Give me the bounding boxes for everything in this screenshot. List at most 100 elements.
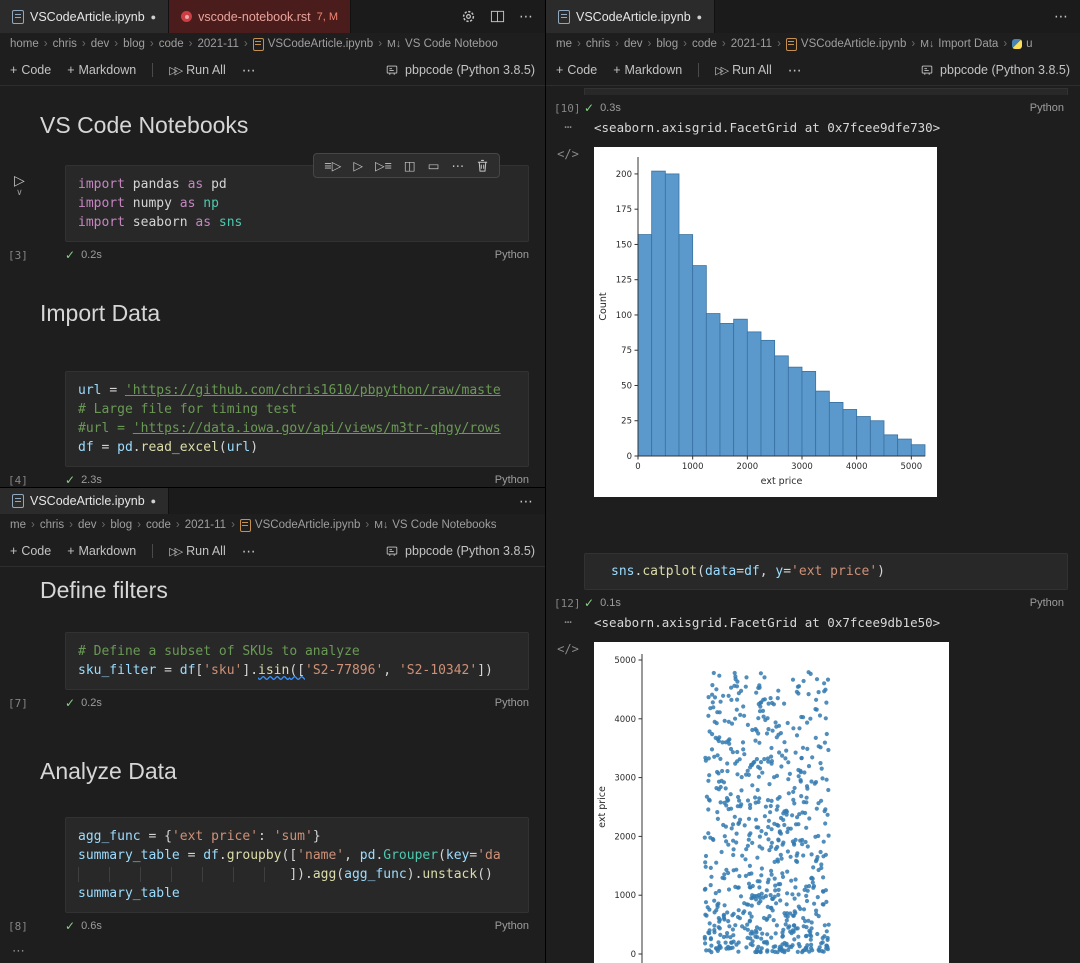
code-token: import xyxy=(78,215,133,230)
run-cell-button[interactable]: ▷ ∨ xyxy=(14,174,25,198)
code-token: pandas xyxy=(133,177,188,192)
cell-language[interactable]: Python xyxy=(495,697,529,709)
code-token: summary_table xyxy=(78,848,188,863)
add-code-button[interactable]: +Code xyxy=(556,63,597,77)
execute-below-icon[interactable]: ▷≡ xyxy=(375,158,392,173)
breadcrumb-item[interactable]: me xyxy=(10,519,26,531)
add-markdown-button[interactable]: +Markdown xyxy=(67,544,136,558)
breadcrumb-item[interactable]: dev xyxy=(91,38,110,50)
svg-text:125: 125 xyxy=(616,276,632,286)
delete-cell-icon[interactable] xyxy=(476,159,489,173)
execution-count: [12] xyxy=(554,597,584,610)
tab-vscode-notebook-rst[interactable]: vscode-notebook.rst 7, M xyxy=(169,0,351,33)
breadcrumb-item[interactable]: blog xyxy=(656,38,678,50)
breadcrumb-item[interactable]: VS Code Notebooks xyxy=(392,519,496,531)
breadcrumb-item[interactable]: VS Code Noteboo xyxy=(405,38,498,50)
execute-above-icon[interactable]: ≡▷ xyxy=(324,158,341,173)
cell-editor[interactable]: url = 'https://github.com/chris1610/pbpy… xyxy=(66,372,528,466)
breadcrumb-item[interactable]: 2021-11 xyxy=(185,519,226,531)
svg-text:ext price: ext price xyxy=(597,786,608,828)
tab-vscodearticle-ipynb[interactable]: VSCodeArticle.ipynb ● xyxy=(546,0,715,33)
code-token: url xyxy=(227,440,250,455)
split-editor-icon[interactable] xyxy=(490,9,505,24)
run-all-button[interactable]: ▷▷Run All xyxy=(715,63,772,77)
tab-vscodearticle-ipynb[interactable]: VSCodeArticle.ipynb ● xyxy=(0,0,169,33)
breadcrumb-item[interactable]: u xyxy=(1026,38,1032,50)
breadcrumb-item[interactable]: me xyxy=(556,38,572,50)
code-line: agg_func = {'ext price': 'sum'} xyxy=(78,827,516,846)
settings-icon[interactable] xyxy=(461,9,476,24)
svg-text:4000: 4000 xyxy=(846,462,868,472)
breadcrumb-item[interactable]: code xyxy=(146,519,171,531)
breadcrumb-item[interactable]: home xyxy=(10,38,39,50)
cell-language[interactable]: Python xyxy=(495,920,529,932)
breadcrumb-item[interactable]: blog xyxy=(123,38,145,50)
cell-editor[interactable]: agg_func = {'ext price': 'sum'} summary_t… xyxy=(66,818,528,912)
breadcrumb-item[interactable]: 2021-11 xyxy=(198,38,239,50)
breadcrumb-item[interactable]: chris xyxy=(40,519,64,531)
breadcrumb-item[interactable]: code xyxy=(692,38,717,50)
kernel-picker[interactable]: pbpcode (Python 3.8.5) xyxy=(385,544,535,558)
breadcrumb-item[interactable]: chris xyxy=(586,38,610,50)
code-token: data xyxy=(705,564,736,579)
cell-language[interactable]: Python xyxy=(495,249,529,261)
kernel-picker[interactable]: pbpcode (Python 3.8.5) xyxy=(920,63,1070,77)
split-cell-icon[interactable]: ◫ xyxy=(404,158,416,173)
add-code-button[interactable]: +Code xyxy=(10,544,51,558)
code-cell: sns.catplot(data=df, y='ext price') xyxy=(584,553,1068,590)
add-markdown-button[interactable]: +Markdown xyxy=(613,63,682,77)
notebook-toolbar: +Code +Markdown ▷▷Run All ⋯ pbpcode (Pyt… xyxy=(0,536,545,567)
cell-editor[interactable]: sns.catplot(data=df, y='ext price') xyxy=(585,554,1067,589)
plus-icon: + xyxy=(67,63,74,77)
output-mime-icon[interactable]: </> xyxy=(556,147,580,161)
toolbar-more-icon[interactable]: ⋯ xyxy=(242,543,256,560)
tab-vscodearticle-ipynb[interactable]: VSCodeArticle.ipynb ● xyxy=(0,488,169,514)
output-collapse-icon[interactable]: ⋯ xyxy=(556,120,580,134)
run-all-button[interactable]: ▷▷Run All xyxy=(169,544,226,558)
breadcrumb-item[interactable]: code xyxy=(159,38,184,50)
kernel-picker[interactable]: pbpcode (Python 3.8.5) xyxy=(385,63,535,77)
svg-text:0: 0 xyxy=(631,950,636,960)
cell-language[interactable]: Python xyxy=(495,474,529,486)
breadcrumb-item[interactable]: VSCodeArticle.ipynb xyxy=(255,519,360,531)
breadcrumb: home›chris›dev›blog›code›2021-11›VSCodeA… xyxy=(0,33,545,55)
breadcrumb-item[interactable]: VSCodeArticle.ipynb xyxy=(268,38,373,50)
more-actions-icon[interactable]: ⋯ xyxy=(1054,8,1068,25)
breadcrumb-item[interactable]: blog xyxy=(110,519,132,531)
breadcrumb-item[interactable]: chris xyxy=(53,38,77,50)
toolbar-more-icon[interactable]: ⋯ xyxy=(242,62,256,79)
toolbar-divider xyxy=(152,544,153,558)
more-actions-icon[interactable]: ⋯ xyxy=(519,493,533,510)
code-token: = xyxy=(109,383,125,398)
add-markdown-label: Markdown xyxy=(79,544,137,558)
output-mime-icon[interactable]: </> xyxy=(556,642,580,656)
edit-cell-icon[interactable]: ▭ xyxy=(428,158,440,173)
breadcrumb-item[interactable]: 2021-11 xyxy=(731,38,772,50)
cell-editor[interactable]: # Define a subset of SKUs to analyzesku_… xyxy=(66,633,528,689)
code-token: ([ xyxy=(282,848,298,863)
breadcrumb-item[interactable]: dev xyxy=(624,38,643,50)
execute-cell-icon[interactable]: ▷ xyxy=(353,158,363,173)
code-line: import numpy as np xyxy=(78,194,516,213)
add-code-button[interactable]: +Code xyxy=(10,63,51,77)
more-actions-icon[interactable]: ⋯ xyxy=(519,8,533,25)
output-collapse-icon[interactable]: ⋯ xyxy=(556,615,580,629)
execution-time: 0.2s xyxy=(81,697,102,709)
breadcrumb-separator: › xyxy=(648,38,652,50)
code-token: ( xyxy=(336,867,344,882)
code-cell-partial[interactable] xyxy=(584,88,1068,95)
code-token: = { xyxy=(148,829,171,844)
add-markdown-button[interactable]: +Markdown xyxy=(67,63,136,77)
run-all-button[interactable]: ▷▷Run All xyxy=(169,63,226,77)
cell-more-icon[interactable]: ⋯ xyxy=(452,158,465,173)
toolbar-more-icon[interactable]: ⋯ xyxy=(788,62,802,79)
code-token: unstack xyxy=(422,867,477,882)
breadcrumb-separator: › xyxy=(82,38,86,50)
breadcrumb-item[interactable]: VSCodeArticle.ipynb xyxy=(801,38,906,50)
cell-language[interactable]: Python xyxy=(1030,597,1064,609)
markdown-heading: Import Data xyxy=(40,300,545,327)
output-collapse-icon[interactable]: ⋯ xyxy=(12,943,545,961)
breadcrumb-item[interactable]: Import Data xyxy=(938,38,998,50)
breadcrumb-item[interactable]: dev xyxy=(78,519,97,531)
cell-language[interactable]: Python xyxy=(1030,102,1064,114)
